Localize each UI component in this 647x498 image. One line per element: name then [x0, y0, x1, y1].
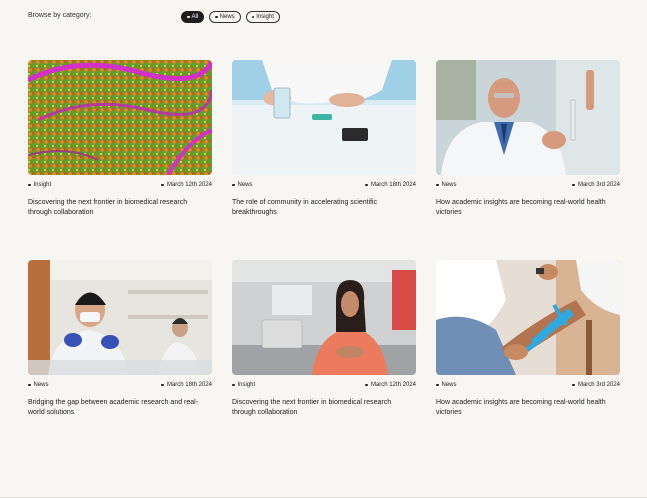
category-tag: News — [28, 382, 49, 388]
date-label: March 12th 2024 — [166, 182, 212, 188]
lab-researchers-photo — [28, 260, 212, 375]
dot-icon — [251, 15, 255, 19]
article-card[interactable]: News March 3rd 2024 How academic insight… — [436, 260, 620, 416]
category-tag: Insight — [28, 182, 51, 188]
article-title[interactable]: The role of community in accelerating sc… — [232, 198, 412, 218]
filter-all[interactable]: All — [181, 11, 205, 23]
article-card[interactable]: Insight March 12th 2024 Discovering the … — [232, 260, 416, 416]
category-tag: News — [232, 182, 253, 188]
article-title[interactable]: Discovering the next frontier in biomedi… — [28, 198, 208, 218]
category-filters: All News Insight — [181, 11, 280, 23]
bullet-icon — [572, 383, 575, 387]
article-image[interactable] — [28, 260, 212, 375]
article-title[interactable]: Discovering the next frontier in biomedi… — [232, 398, 412, 418]
article-image[interactable] — [232, 260, 416, 375]
browse-label: Browse by category: — [28, 12, 92, 19]
article-image[interactable] — [436, 260, 620, 375]
date-label: March 18th 2024 — [370, 182, 416, 188]
article-image[interactable] — [232, 60, 416, 175]
category-tag: News — [436, 182, 457, 188]
article-image[interactable] — [28, 60, 212, 175]
date-label: March 3rd 2024 — [577, 382, 620, 388]
article-title[interactable]: Bridging the gap between academic resear… — [28, 398, 208, 418]
category-label: News — [441, 182, 457, 188]
article-meta: News March 18th 2024 — [28, 382, 212, 391]
date: March 18th 2024 — [365, 182, 416, 188]
filter-label: All — [191, 14, 199, 20]
date: March 3rd 2024 — [572, 182, 620, 188]
microscopy-image — [28, 60, 212, 175]
bullet-icon — [365, 383, 368, 387]
dot-icon — [187, 15, 190, 19]
article-meta: Insight March 12th 2024 — [232, 382, 416, 391]
category-label: Insight — [33, 182, 52, 188]
category-label: News — [441, 382, 457, 388]
article-meta: News March 3rd 2024 — [436, 182, 620, 191]
category-label: News — [33, 382, 49, 388]
date-label: March 18th 2024 — [166, 382, 212, 388]
category-tag: News — [436, 382, 457, 388]
lab-bench-photo — [232, 60, 416, 175]
scientist-photo — [436, 60, 620, 175]
knee-taping-photo — [436, 260, 620, 375]
bullet-icon — [232, 383, 235, 387]
filter-label: Insight — [256, 14, 274, 20]
woman-office-photo — [232, 260, 416, 375]
bullet-icon — [232, 183, 235, 187]
filter-label: News — [219, 14, 235, 20]
article-meta: News March 18th 2024 — [232, 182, 416, 191]
date-label: March 3rd 2024 — [577, 182, 620, 188]
bullet-icon — [365, 183, 368, 187]
dot-icon — [215, 15, 218, 19]
article-card[interactable]: News March 3rd 2024 How academic insight… — [436, 60, 620, 216]
filter-insight[interactable]: Insight — [245, 11, 280, 23]
date: March 18th 2024 — [161, 382, 212, 388]
date-label: March 12th 2024 — [370, 382, 416, 388]
bullet-icon — [161, 183, 164, 187]
category-label: Insight — [237, 382, 256, 388]
date: March 3rd 2024 — [572, 382, 620, 388]
article-card[interactable]: News March 18th 2024 The role of communi… — [232, 60, 416, 216]
filter-news[interactable]: News — [209, 11, 241, 23]
bullet-icon — [436, 183, 439, 187]
bullet-icon — [161, 383, 164, 387]
browse-bar: Browse by category: All News Insight — [28, 11, 619, 23]
article-card[interactable]: News March 18th 2024 Bridging the gap be… — [28, 260, 212, 416]
bullet-icon — [436, 383, 439, 387]
article-meta: News March 3rd 2024 — [436, 382, 620, 391]
category-label: News — [237, 182, 253, 188]
date: March 12th 2024 — [365, 382, 416, 388]
bullet-icon — [28, 383, 31, 387]
article-title[interactable]: How academic insights are becoming real-… — [436, 198, 616, 218]
article-card[interactable]: Insight March 12th 2024 Discovering the … — [28, 60, 212, 216]
article-image[interactable] — [436, 60, 620, 175]
category-tag: Insight — [232, 382, 255, 388]
article-meta: Insight March 12th 2024 — [28, 182, 212, 191]
bullet-icon — [572, 183, 575, 187]
article-title[interactable]: How academic insights are becoming real-… — [436, 398, 616, 418]
bullet-icon — [28, 183, 31, 187]
date: March 12th 2024 — [161, 182, 212, 188]
